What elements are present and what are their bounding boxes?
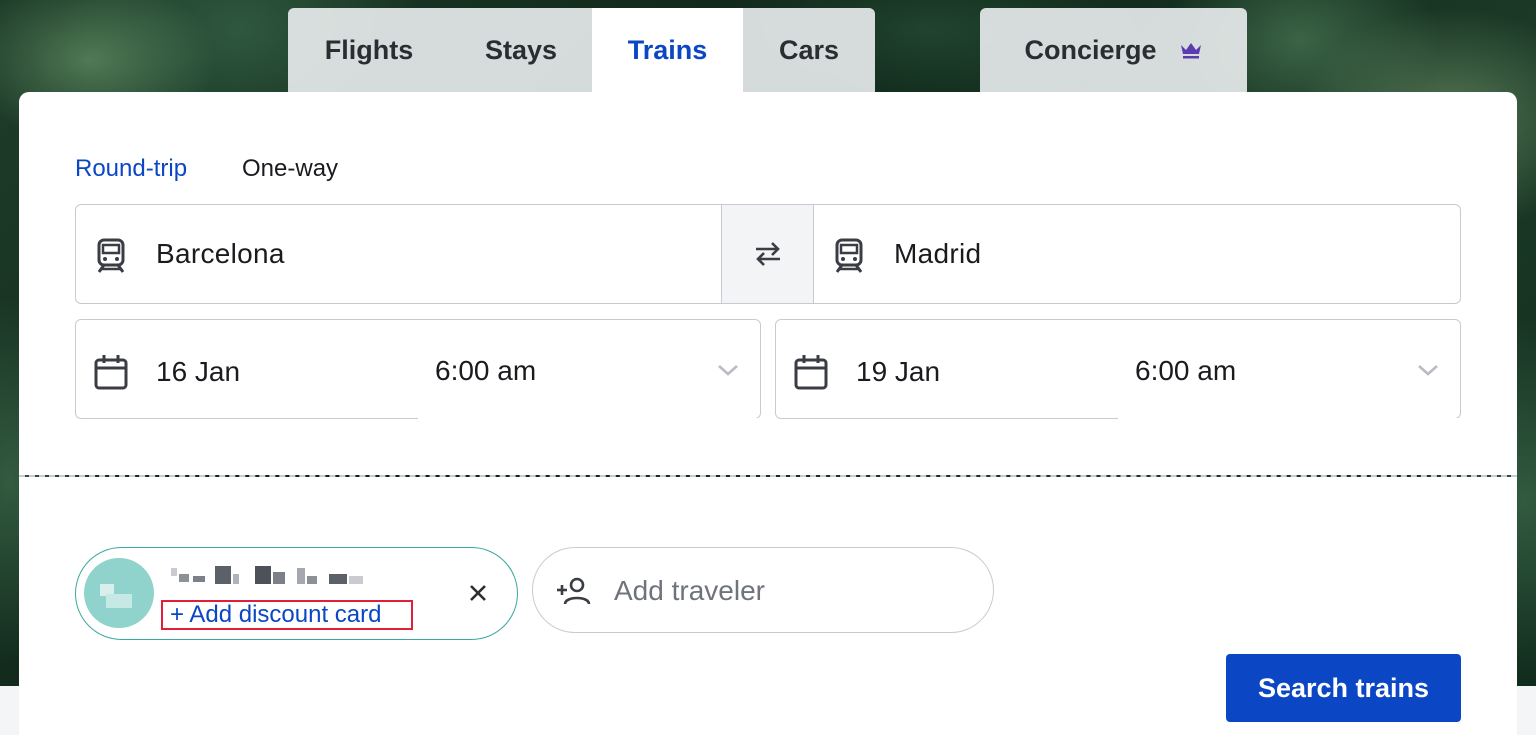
- origin-field[interactable]: Barcelona: [75, 204, 722, 304]
- swap-stations-button[interactable]: [721, 204, 814, 304]
- origin-value: Barcelona: [156, 238, 285, 269]
- search-trains-button[interactable]: Search trains: [1226, 654, 1461, 722]
- train-icon: [835, 238, 863, 273]
- return-time-select[interactable]: 6:00 am: [1135, 355, 1236, 387]
- chevron-down-icon[interactable]: [716, 360, 740, 380]
- chevron-down-icon[interactable]: [1416, 360, 1440, 380]
- add-discount-card-link[interactable]: + Add discount card: [161, 600, 413, 630]
- tab-stays[interactable]: Stays: [450, 8, 592, 92]
- return-time-divider: [1118, 418, 1461, 420]
- departure-time-divider: [418, 418, 761, 420]
- departure-date[interactable]: 16 Jan: [156, 356, 240, 388]
- traveler-chip[interactable]: + Add discount card: [75, 547, 518, 640]
- tab-stays-label: Stays: [484, 34, 558, 65]
- avatar: [84, 558, 154, 628]
- tab-flights[interactable]: Flights: [288, 8, 450, 92]
- destination-value: Madrid: [894, 238, 982, 269]
- tab-concierge[interactable]: Concierge: [980, 8, 1247, 92]
- tab-flights-label: Flights: [324, 34, 414, 65]
- tab-cars[interactable]: Cars: [743, 8, 875, 92]
- calendar-icon: [794, 355, 828, 390]
- add-traveler-label: Add traveler: [614, 575, 765, 606]
- train-icon: [97, 238, 125, 273]
- tab-concierge-label: Concierge: [1024, 34, 1157, 65]
- calendar-icon: [94, 355, 128, 390]
- avatar-pixel: [106, 594, 132, 608]
- return-date[interactable]: 19 Jan: [856, 356, 940, 388]
- departure-time-select[interactable]: 6:00 am: [435, 355, 536, 387]
- add-traveler-button[interactable]: Add traveler: [532, 547, 994, 633]
- tab-trains[interactable]: Trains: [592, 8, 743, 92]
- destination-field[interactable]: Madrid: [813, 204, 1461, 304]
- one-way-option[interactable]: One-way: [242, 155, 338, 183]
- tab-cars-label: Cars: [778, 34, 840, 65]
- dashed-divider: [19, 475, 1517, 477]
- return-field: 19 Jan 6:00 am: [775, 319, 1461, 420]
- close-icon[interactable]: [466, 581, 490, 605]
- tab-trains-label: Trains: [627, 34, 708, 65]
- crown-icon: [1180, 43, 1201, 59]
- add-person-icon: [557, 577, 591, 605]
- departure-field: 16 Jan 6:00 am: [75, 319, 761, 420]
- traveler-name-redacted: [171, 566, 363, 584]
- swap-icon: [755, 242, 780, 266]
- round-trip-option[interactable]: Round-trip: [75, 155, 187, 183]
- product-tabs: Flights Stays Trains Cars: [288, 8, 875, 92]
